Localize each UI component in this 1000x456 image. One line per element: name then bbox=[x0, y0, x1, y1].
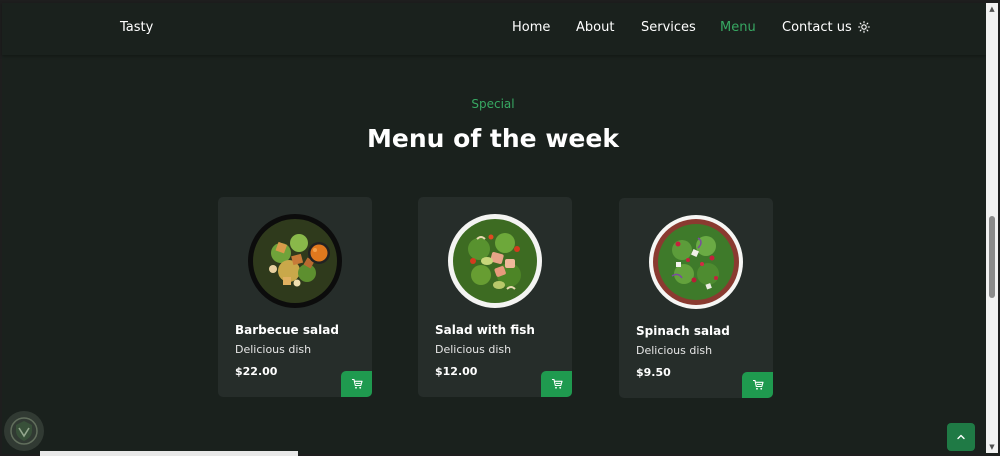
dish-price: $12.00 bbox=[435, 365, 478, 378]
scroll-up-arrow-icon[interactable]: ▲ bbox=[986, 3, 998, 15]
nav-contact[interactable]: Contact us bbox=[782, 20, 852, 35]
dish-name: Spinach salad bbox=[636, 324, 730, 338]
theme-toggle-button[interactable] bbox=[857, 20, 871, 34]
dish-description: Delicious dish bbox=[235, 343, 312, 356]
vertical-scrollbar[interactable]: ▲ ▼ bbox=[986, 3, 998, 453]
add-to-cart-button[interactable] bbox=[341, 371, 372, 397]
barbecue-salad-image bbox=[248, 214, 342, 308]
site-logo[interactable]: Tasty bbox=[120, 20, 153, 35]
nav-home[interactable]: Home bbox=[512, 20, 550, 35]
add-to-cart-button[interactable] bbox=[541, 371, 572, 397]
floating-shield-logo-icon bbox=[4, 411, 44, 451]
scroll-to-top-button[interactable] bbox=[947, 423, 975, 451]
spinach-salad-image bbox=[649, 215, 743, 309]
chevron-up-icon bbox=[957, 434, 965, 440]
shield-icon bbox=[10, 417, 38, 445]
salad-with-fish-image bbox=[448, 214, 542, 308]
scrollbar-thumb[interactable] bbox=[989, 216, 995, 298]
add-to-cart-button[interactable] bbox=[742, 372, 773, 398]
dish-name: Barbecue salad bbox=[235, 323, 339, 337]
menu-card-spinach-salad: Spinach salad Delicious dish $9.50 bbox=[619, 198, 773, 398]
section-title: Menu of the week bbox=[367, 124, 619, 153]
status-bar bbox=[40, 451, 298, 456]
dish-description: Delicious dish bbox=[435, 343, 512, 356]
nav-services[interactable]: Services bbox=[641, 20, 696, 35]
dish-description: Delicious dish bbox=[636, 344, 713, 357]
cart-icon bbox=[752, 379, 764, 390]
nav-menu[interactable]: Menu bbox=[720, 20, 756, 35]
menu-card-barbecue-salad: Barbecue salad Delicious dish $22.00 bbox=[218, 197, 372, 397]
menu-card-salad-with-fish: Salad with fish Delicious dish $12.00 bbox=[418, 197, 572, 397]
cart-icon bbox=[551, 378, 563, 389]
dish-price: $22.00 bbox=[235, 365, 278, 378]
nav-about[interactable]: About bbox=[576, 20, 614, 35]
site-header: Tasty Home About Services Menu Contact u… bbox=[2, 3, 986, 55]
cart-icon bbox=[351, 378, 363, 389]
sun-icon bbox=[858, 21, 870, 33]
dish-name: Salad with fish bbox=[435, 323, 535, 337]
scroll-down-arrow-icon[interactable]: ▼ bbox=[986, 441, 998, 453]
section-subtitle: Special bbox=[471, 97, 515, 111]
dish-price: $9.50 bbox=[636, 366, 671, 379]
